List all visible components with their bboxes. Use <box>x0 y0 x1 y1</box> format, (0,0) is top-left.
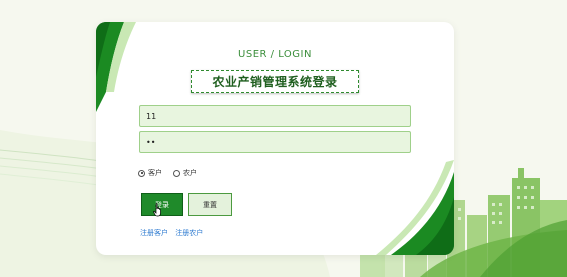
login-card: USER / LOGIN 农业产销管理系统登录 客户 农户 登录 重置 注册客户… <box>96 22 454 255</box>
title-frame: 农业产销管理系统登录 <box>191 70 359 93</box>
role-label-customer: 客户 <box>148 169 162 177</box>
password-input[interactable] <box>139 131 411 153</box>
username-input[interactable] <box>139 105 411 127</box>
role-option-farmer[interactable]: 农户 <box>173 168 197 178</box>
register-customer-link[interactable]: 注册客户 <box>140 229 168 237</box>
hand-cursor-icon <box>153 203 161 217</box>
role-label-farmer: 农户 <box>183 169 197 177</box>
role-option-customer[interactable]: 客户 <box>138 168 162 178</box>
radio-checked-icon[interactable] <box>138 169 145 177</box>
register-links: 注册客户 注册农户 <box>140 228 208 238</box>
register-farmer-link[interactable]: 注册农户 <box>175 229 203 237</box>
page-title: 农业产销管理系统登录 <box>212 75 338 89</box>
reset-button[interactable]: 重置 <box>188 193 232 216</box>
role-radio-group: 客户 农户 <box>138 168 208 178</box>
login-subtitle: USER / LOGIN <box>238 49 312 60</box>
radio-unchecked-icon[interactable] <box>173 169 180 177</box>
